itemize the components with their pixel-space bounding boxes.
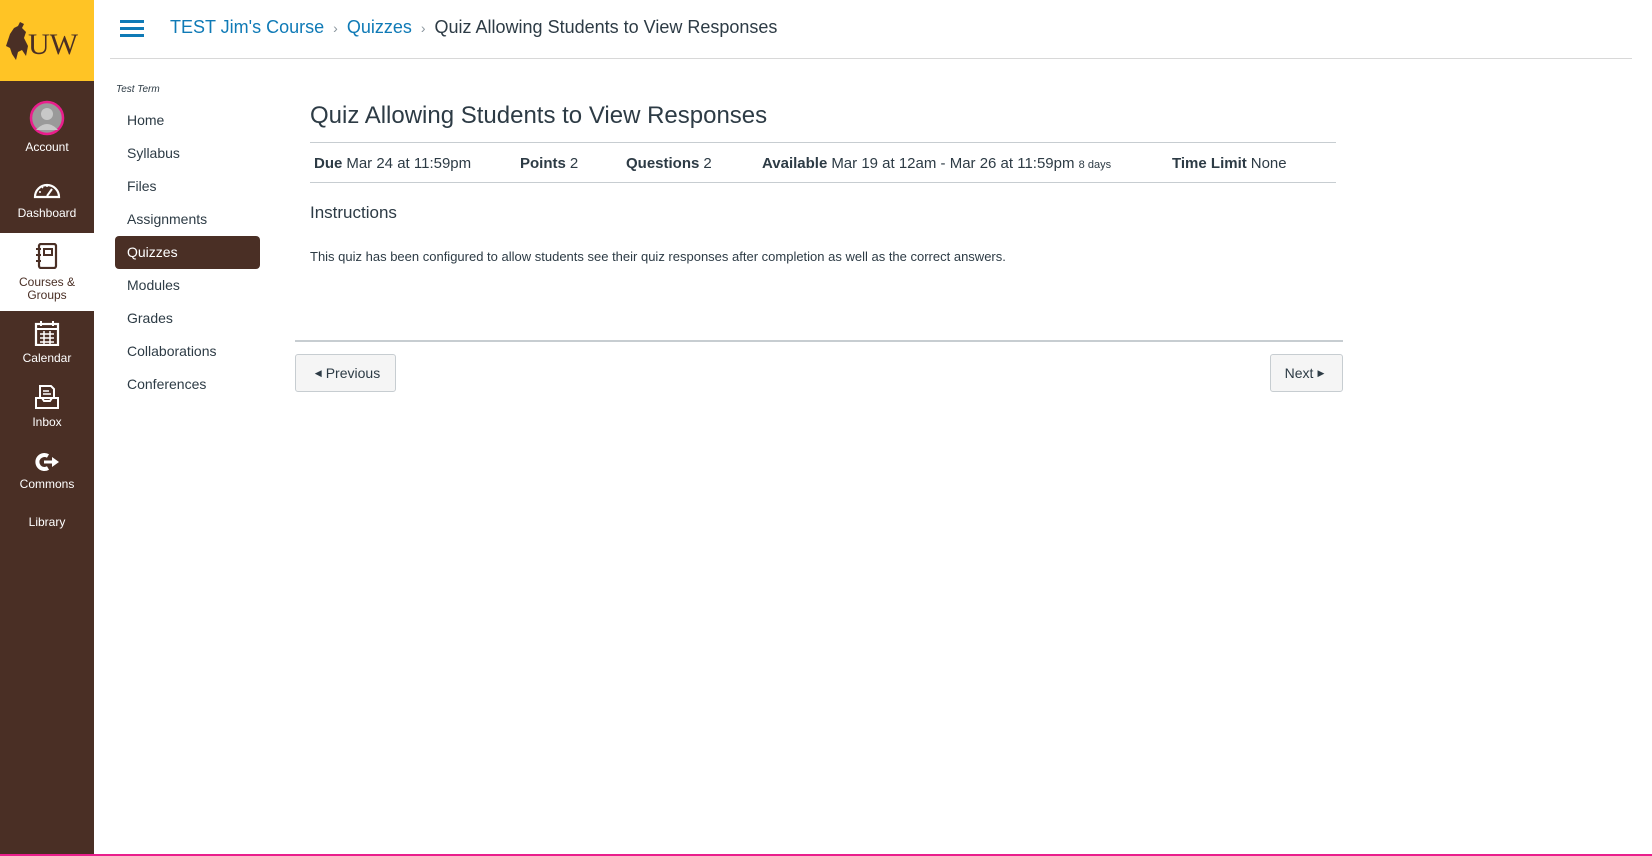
- notebook-icon: [36, 243, 58, 269]
- inbox-icon: [35, 385, 59, 409]
- breadcrumb-separator-icon: ›: [333, 19, 338, 36]
- time-limit: Time Limit None: [1172, 155, 1287, 172]
- questions-label: Questions: [626, 155, 700, 172]
- course-nav-assignments[interactable]: Assignments: [115, 203, 260, 236]
- speedometer-icon: [33, 183, 61, 199]
- next-label: Next: [1284, 365, 1314, 381]
- availability: Available Mar 19 at 12am - Mar 26 at 11:5…: [762, 155, 1111, 172]
- cowboy-logo-icon: UW: [6, 21, 79, 61]
- commons-icon: [35, 453, 59, 471]
- global-nav: UW Account Dashboard Courses & Groups Ca…: [0, 0, 94, 856]
- course-nav-home[interactable]: Home: [115, 104, 260, 137]
- breadcrumb: TEST Jim's Course › Quizzes › Quiz Allow…: [170, 17, 777, 38]
- due-label: Due: [314, 155, 343, 172]
- global-nav-library[interactable]: Library: [0, 516, 94, 536]
- page-title: Quiz Allowing Students to View Responses: [310, 102, 768, 129]
- quiz-content: Quiz Allowing Students to View Responses…: [310, 98, 1336, 264]
- breadcrumb-separator-icon: ›: [420, 19, 426, 36]
- breadcrumb-course-link[interactable]: TEST Jim's Course: [170, 17, 324, 38]
- points-value: 2: [569, 155, 579, 172]
- course-nav-syllabus[interactable]: Syllabus: [115, 137, 260, 170]
- time-limit-value: None: [1250, 155, 1287, 172]
- previous-label: Previous: [325, 365, 381, 381]
- time-limit-label: Time Limit: [1172, 155, 1247, 172]
- available-duration: 8 days: [1078, 159, 1112, 171]
- avatar-icon: [29, 100, 65, 136]
- due-date: Due Mar 24 at 11:59pm: [314, 155, 471, 172]
- instructions-text: This quiz has been configured to allow s…: [310, 249, 1006, 264]
- term-label: Test Term: [116, 84, 160, 95]
- university-logo[interactable]: UW: [0, 0, 94, 81]
- questions: Questions 2: [626, 155, 712, 172]
- quiz-details: Due Mar 24 at 11:59pm Points 2 Questions 2 …: [310, 142, 1336, 183]
- course-nav-modules[interactable]: Modules: [115, 269, 260, 302]
- due-value: Mar 24 at 11:59pm: [346, 155, 472, 172]
- hamburger-icon-bar: [120, 27, 144, 30]
- points-label: Points: [520, 155, 566, 172]
- breadcrumb-quizzes-link[interactable]: Quizzes: [347, 17, 412, 38]
- global-nav-library-label: Library: [28, 515, 66, 529]
- global-nav-courses[interactable]: Courses & Groups: [0, 233, 94, 311]
- course-menu-toggle[interactable]: [120, 20, 144, 38]
- course-nav-quizzes[interactable]: Quizzes: [115, 236, 260, 269]
- global-nav-dashboard[interactable]: Dashboard: [0, 178, 94, 228]
- caret-left-icon: ◀: [314, 367, 322, 378]
- global-nav-courses-label: Courses & Groups: [18, 275, 76, 302]
- global-nav-dashboard-label: Dashboard: [17, 206, 77, 220]
- hamburger-icon-bar: [120, 34, 144, 37]
- course-nav-grades[interactable]: Grades: [115, 302, 260, 335]
- global-nav-inbox-label: Inbox: [32, 415, 62, 429]
- questions-value: 2: [703, 155, 712, 172]
- svg-text:UW: UW: [28, 28, 79, 61]
- hamburger-icon: [120, 20, 144, 23]
- footer-divider: [295, 340, 1343, 342]
- instructions-heading: Instructions: [310, 203, 397, 222]
- header-divider: [110, 58, 1632, 59]
- global-nav-account[interactable]: Account: [0, 100, 94, 158]
- global-nav-commons-label: Commons: [19, 477, 75, 491]
- calendar-icon: [34, 321, 60, 346]
- course-nav: Test Term Home Syllabus Files Assignment…: [115, 84, 260, 401]
- next-button[interactable]: Next ▶: [1270, 354, 1343, 392]
- global-nav-inbox[interactable]: Inbox: [0, 384, 94, 434]
- points: Points 2: [520, 155, 578, 172]
- previous-button[interactable]: ◀ Previous: [295, 354, 396, 392]
- course-nav-conferences[interactable]: Conferences: [115, 368, 260, 401]
- global-nav-account-label: Account: [25, 140, 69, 154]
- breadcrumb-current: Quiz Allowing Students to View Responses: [434, 17, 778, 37]
- global-nav-commons[interactable]: Commons: [0, 452, 94, 498]
- global-nav-calendar-label: Calendar: [22, 351, 72, 365]
- available-value: Mar 19 at 12am - Mar 26 at 11:59pm: [831, 155, 1075, 172]
- available-label: Available: [762, 155, 828, 172]
- course-nav-collaborations[interactable]: Collaborations: [115, 335, 260, 368]
- course-nav-files[interactable]: Files: [115, 170, 260, 203]
- caret-right-icon: ▶: [1317, 367, 1325, 378]
- global-nav-calendar[interactable]: Calendar: [0, 320, 94, 370]
